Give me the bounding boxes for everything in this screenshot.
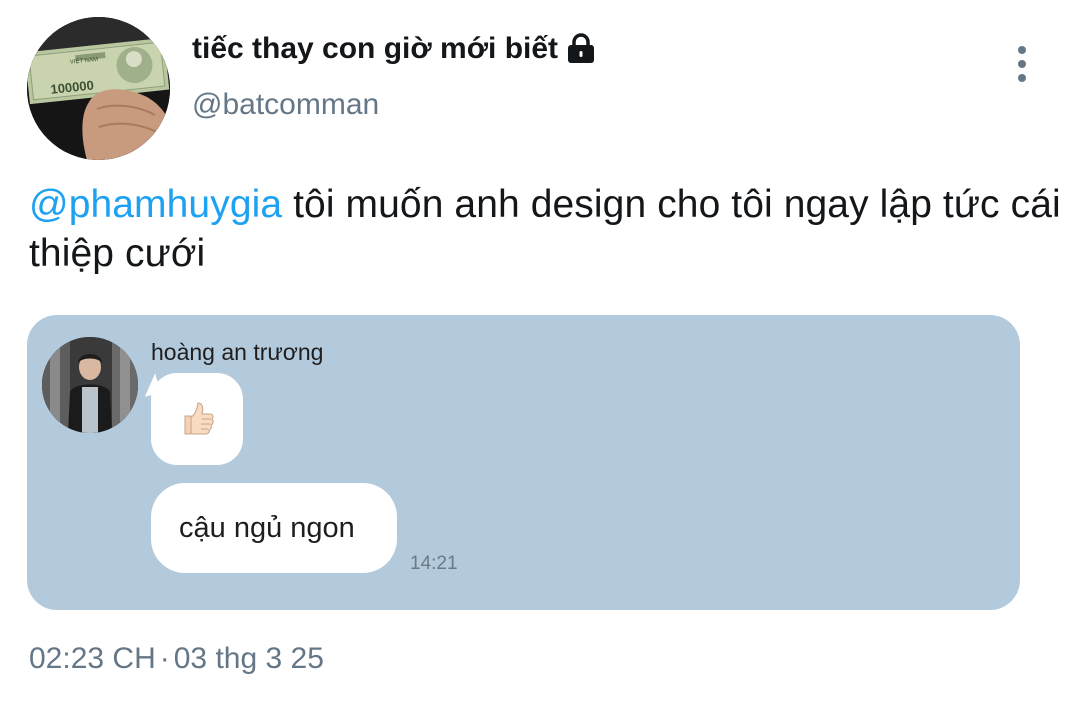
thumbs-up-icon: [184, 402, 214, 435]
attached-image[interactable]: hoàng an trương cậu ngủ ngon 14:21: [27, 315, 1020, 610]
tweet-time: 02:23 CH: [29, 642, 156, 675]
chat-message-text: cậu ngủ ngon: [179, 511, 355, 544]
chat-bubble-emoji: [151, 373, 243, 465]
chat-sender-name: hoàng an trương: [151, 339, 324, 365]
timestamp-separator: ·: [159, 642, 170, 675]
display-name-row[interactable]: tiếc thay con giờ mới biết: [192, 32, 598, 66]
user-handle[interactable]: @batcomman: [192, 88, 379, 122]
more-dot: [1018, 74, 1026, 82]
more-dot: [1018, 46, 1026, 54]
tweet-timestamp[interactable]: 02:23 CH · 03 thg 3 25: [29, 642, 324, 676]
display-name[interactable]: tiếc thay con giờ mới biết: [192, 32, 558, 66]
chat-bubble-text: cậu ngủ ngon: [151, 483, 397, 573]
chat-message-time: 14:21: [410, 553, 458, 574]
profile-avatar[interactable]: 100000 VIỆT NAM: [27, 17, 170, 160]
tweet-date: 03 thg 3 25: [173, 642, 324, 675]
tweet-text: @phamhuygia tôi muốn anh design cho tôi …: [29, 180, 1074, 278]
more-options-icon[interactable]: [1005, 42, 1039, 86]
lock-icon: [564, 32, 598, 66]
chat-sender-avatar: [42, 337, 138, 433]
more-dot: [1018, 60, 1026, 68]
avatar-image: 100000 VIỆT NAM: [27, 17, 170, 160]
mention-link[interactable]: @phamhuygia: [29, 183, 282, 226]
